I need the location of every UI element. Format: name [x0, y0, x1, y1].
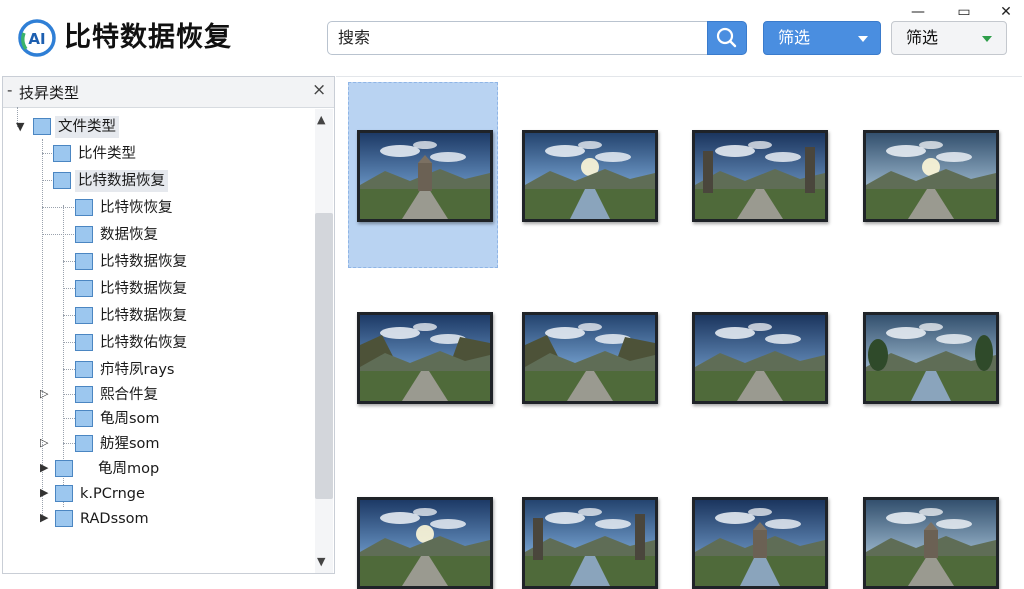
filter-dropdown-secondary[interactable]: 筛选 — [891, 21, 1007, 55]
tree-item-label: 文件类型 — [55, 116, 119, 138]
scene-image — [866, 315, 996, 401]
folder-icon — [75, 386, 93, 403]
image-thumbnail[interactable] — [357, 130, 493, 222]
image-thumbnail[interactable] — [357, 497, 493, 589]
expand-toggle-icon[interactable]: ▷ — [40, 387, 48, 400]
filter-dropdown-primary[interactable]: 筛选 — [763, 21, 881, 55]
folder-icon — [55, 485, 73, 502]
image-thumbnail[interactable] — [522, 130, 658, 222]
folder-icon — [75, 226, 93, 243]
scroll-up-icon[interactable]: ▲ — [317, 113, 325, 126]
tree-item-label: 比特数据恢复 — [100, 281, 187, 297]
folder-icon — [75, 410, 93, 427]
scene-image — [866, 500, 996, 586]
panel-title: 技昇类型 — [19, 84, 80, 102]
scene-image — [695, 315, 825, 401]
expand-toggle-icon[interactable]: ▼ — [16, 120, 24, 133]
image-thumbnail[interactable] — [863, 497, 999, 589]
image-thumbnail[interactable] — [357, 312, 493, 404]
expand-toggle-icon[interactable]: ▶ — [40, 511, 48, 524]
scene-image — [525, 133, 655, 219]
app-title: 比特数据恢复 — [64, 22, 232, 53]
caret-down-icon — [858, 36, 868, 42]
image-thumbnail[interactable] — [522, 497, 658, 589]
scroll-down-icon[interactable]: ▼ — [317, 555, 325, 568]
minimize-button[interactable]: — — [907, 2, 929, 22]
app-header: AI 比特数据恢复 搜索 筛选 筛选 — ▭ ✕ — [0, 0, 1024, 76]
tree-item-label: 疖特夙rays — [100, 362, 175, 378]
filter-secondary-label: 筛选 — [906, 28, 939, 47]
scene-image — [695, 500, 825, 586]
folder-icon — [75, 280, 93, 297]
tree-item-label: 数据恢复 — [100, 227, 158, 243]
folder-icon — [53, 172, 71, 189]
filter-primary-label: 筛选 — [778, 28, 811, 47]
panel-close-icon[interactable]: × — [312, 80, 326, 100]
folder-icon — [75, 199, 93, 216]
expand-toggle-icon[interactable]: ▷ — [40, 436, 48, 449]
folder-icon — [75, 361, 93, 378]
tree-item-label: 比特数据恢复 — [100, 254, 187, 270]
tree-item-label: 龟周mop — [98, 461, 160, 477]
image-thumbnail[interactable] — [863, 312, 999, 404]
tree-scrollbar-thumb[interactable] — [315, 213, 333, 499]
folder-icon — [33, 118, 51, 135]
folder-icon — [55, 460, 73, 477]
folder-icon — [75, 307, 93, 324]
image-thumbnail[interactable] — [522, 312, 658, 404]
tree-item-label: 熙合件复 — [100, 387, 158, 403]
image-thumbnail[interactable] — [692, 312, 828, 404]
logo-text: AI — [28, 30, 45, 48]
search-icon — [716, 27, 737, 48]
tree-item-label: 比特恢恢复 — [100, 200, 173, 216]
caret-down-icon — [982, 36, 992, 42]
scene-image — [695, 133, 825, 219]
scene-image — [360, 500, 490, 586]
scene-image — [525, 315, 655, 401]
tree-item-label: 比件类型 — [78, 146, 136, 162]
tree-line — [42, 234, 76, 235]
tree-item-label: 舫猩som — [100, 436, 160, 452]
tree-item-label: k.PCrnge — [80, 486, 145, 502]
collapse-panel-icon[interactable]: - — [7, 81, 12, 99]
scene-image — [360, 315, 490, 401]
scene-image — [360, 133, 490, 219]
tree-item-label: 比特数据恢复 — [100, 308, 187, 324]
folder-icon — [55, 510, 73, 527]
close-window-button[interactable]: ✕ — [995, 2, 1017, 22]
search-input[interactable]: 搜索 — [327, 21, 707, 55]
expand-toggle-icon[interactable]: ▶ — [40, 461, 48, 474]
folder-icon — [75, 334, 93, 351]
panel-header: - 技昇类型 × — [3, 77, 334, 108]
image-thumbnail[interactable] — [692, 130, 828, 222]
folder-icon — [75, 435, 93, 452]
tree-item-label: 比特数佑恢复 — [100, 335, 187, 351]
app-logo-icon: AI — [18, 19, 56, 57]
image-thumbnail[interactable] — [692, 497, 828, 589]
tree-item-label: 比特数据恢复 — [75, 170, 168, 192]
folder-tree-panel: - 技昇类型 × ▼ ▷ ▷ ▶ ▶ ▶ 文件类型 比件类型 比特数据恢复 比特… — [2, 76, 335, 574]
scene-image — [866, 133, 996, 219]
folder-icon — [53, 145, 71, 162]
folder-icon — [75, 253, 93, 270]
image-thumbnail[interactable] — [863, 130, 999, 222]
tree-line — [42, 207, 76, 208]
maximize-button[interactable]: ▭ — [953, 2, 975, 22]
tree-item-label: 龟周som — [100, 411, 160, 427]
expand-toggle-icon[interactable]: ▶ — [40, 486, 48, 499]
search-button[interactable] — [707, 21, 747, 55]
scene-image — [525, 500, 655, 586]
tree-item-label: RADssom — [80, 511, 149, 527]
